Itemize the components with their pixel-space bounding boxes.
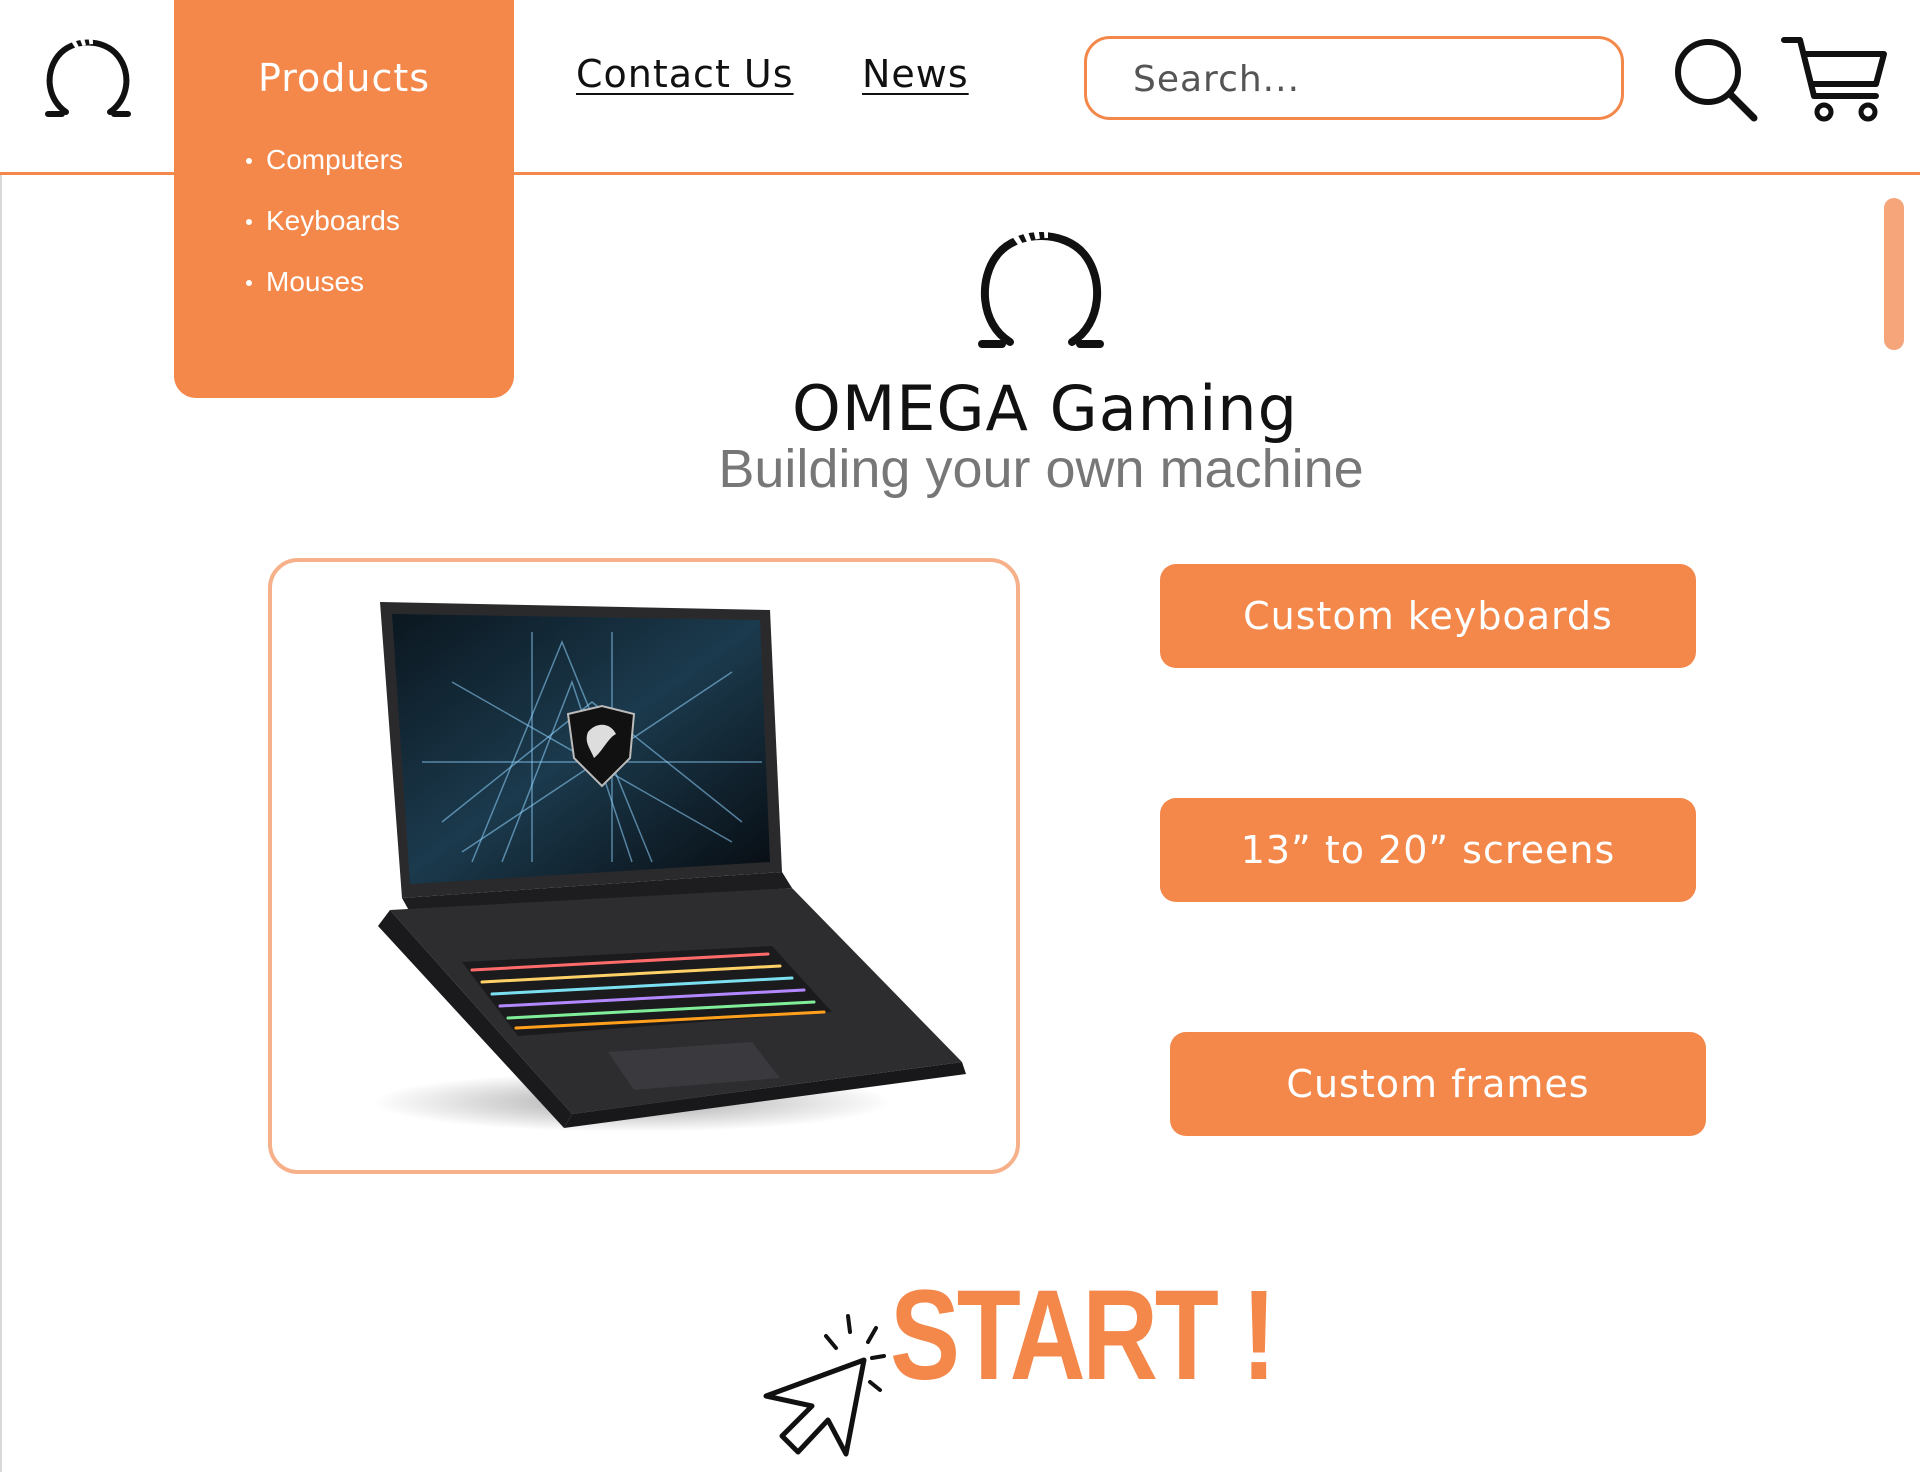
product-image-card [268,558,1020,1174]
page-left-border [0,0,2,1472]
products-item-mouses[interactable]: Mouses [242,262,403,323]
gaming-laptop-image [372,602,966,1132]
cart-icon[interactable] [1780,34,1890,124]
nav-news-link[interactable]: News [862,52,969,96]
omega-logo-icon [978,226,1104,348]
nav-contact-us-link[interactable]: Contact Us [576,52,794,96]
products-item-computers[interactable]: Computers [242,140,403,201]
products-dropdown[interactable]: Products Computers Keyboards Mouses [174,0,514,398]
brand-subtitle: Building your own machine [718,439,1364,499]
products-menu-title[interactable]: Products [174,56,514,100]
custom-keyboards-button[interactable]: Custom keyboards [1160,564,1696,668]
pointer-click-icon [763,1314,886,1457]
omega-logo-icon[interactable] [44,36,132,122]
start-button[interactable]: START ! [890,1262,1276,1409]
scrollbar-thumb[interactable] [1884,198,1904,350]
custom-frames-button[interactable]: Custom frames [1170,1032,1706,1136]
search-icon[interactable] [1672,36,1758,122]
screen-size-button[interactable]: 13” to 20” screens [1160,798,1696,902]
products-item-keyboards[interactable]: Keyboards [242,201,403,262]
products-list: Computers Keyboards Mouses [242,140,403,323]
search-input[interactable] [1131,49,1595,109]
search-bar[interactable] [1084,36,1624,120]
